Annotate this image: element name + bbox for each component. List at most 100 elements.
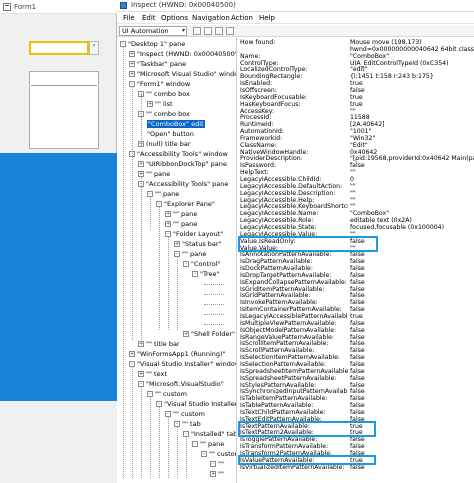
expand-icon[interactable]: + [138, 371, 144, 377]
chevron-down-icon: ˅ [92, 44, 96, 52]
tree-item[interactable]: + "" [210, 470, 224, 479]
combo-list[interactable] [29, 71, 99, 149]
tree-item[interactable]: + "" text [138, 370, 167, 379]
tree-item-label: "Microsoft.VisualStudio" [146, 380, 224, 388]
expand-icon[interactable]: + [129, 61, 135, 67]
collapse-icon[interactable]: - [192, 271, 198, 277]
tree-item-label: "Visual Studio Installer" window [137, 360, 237, 368]
collapse-icon[interactable]: - [210, 461, 216, 467]
show-highlight-icon[interactable] [215, 27, 223, 35]
navigate-parent-icon[interactable] [226, 27, 234, 35]
tree-item-label: "" custom [155, 390, 187, 398]
inspect-title-bar[interactable]: Inspect (HWND: 0x00040500) [117, 0, 474, 12]
element-tree[interactable]: - "Desktop 1" pane + "Inspect (HWND: 0x0004… [117, 38, 237, 483]
expand-icon[interactable]: + [138, 341, 144, 347]
tree-item[interactable]: - "" [210, 460, 224, 469]
tree-item-label: "Folder Layout" [173, 230, 224, 238]
tree-item[interactable]: - "Control" [183, 260, 220, 269]
tree-item[interactable]: - "Accessibility Tools" pane [138, 180, 228, 189]
tree-item-label: "Accessibility Tools" pane [146, 180, 229, 188]
tree-item[interactable]: "ComboBox" edit [147, 120, 205, 129]
expand-icon[interactable]: + [138, 161, 144, 167]
combo-box[interactable]: ˅ [29, 41, 99, 55]
tree-item[interactable]: - "Visual Studio Installer" window [129, 360, 237, 369]
tree-item[interactable]: -"" custom [165, 410, 205, 419]
tree-item[interactable]: + "WinFormsApp1 (Running)" [129, 350, 226, 359]
mode-select-value: UI Automation [122, 27, 169, 35]
tree-item[interactable]: + "UIRibbonDockTop" pane [138, 160, 227, 169]
expand-icon[interactable]: + [183, 331, 189, 337]
tree-item[interactable]: - "" tab [174, 420, 201, 429]
expand-icon[interactable]: + [129, 71, 135, 77]
tree-item[interactable]: - "" combo box [138, 90, 190, 99]
tree-item[interactable]: + "Inspect (HWND: 0x00040500" [129, 50, 236, 59]
expand-icon[interactable]: + [165, 221, 171, 227]
expand-icon[interactable]: + [129, 351, 135, 357]
tree-item[interactable]: + (null) title bar [138, 140, 191, 149]
menu-options[interactable]: Options [161, 14, 188, 22]
tree-connector [177, 256, 178, 330]
tree-item[interactable]: -"" custom [201, 450, 236, 459]
tree-item-label: "Desktop 1" pane [128, 40, 186, 48]
tree-item[interactable]: - "Installed" tab [183, 430, 236, 439]
property-value: false [350, 463, 365, 471]
tree-item[interactable]: + "Microsoft Visual Studio" window [129, 70, 237, 79]
tree-item-label: "Explorer Pane" [164, 200, 215, 208]
menu-bar: File Edit Options Navigation Action Help [117, 13, 474, 24]
collapse-icon[interactable]: - [183, 261, 189, 267]
tree-item[interactable]: + "" pane [165, 210, 197, 219]
tree-item[interactable]: - "Folder Layout" [165, 230, 223, 239]
collapse-icon[interactable]: - [201, 451, 207, 457]
tree-item[interactable]: + "Shell Folder" [183, 330, 235, 339]
tree-item[interactable]: - "Explorer Pane" [156, 200, 215, 209]
menu-file[interactable]: File [123, 14, 135, 22]
tree-item-label: "" combo box [146, 110, 190, 118]
properties-pane[interactable]: How found: Mouse move (198,173) hwnd=0x000… [238, 38, 474, 483]
tree-connector [159, 206, 160, 330]
tree-item[interactable]: - "Desktop 1" pane [120, 40, 185, 49]
expand-icon[interactable]: + [165, 211, 171, 217]
tree-item[interactable]: "Open" button [147, 130, 194, 139]
tree-item-label: "" [218, 460, 224, 468]
expand-icon[interactable]: + [129, 51, 135, 57]
tree-item[interactable]: -"" custom [147, 390, 187, 399]
watch-cursor-icon[interactable] [204, 27, 212, 35]
highlight-box [238, 420, 376, 438]
tree-item[interactable]: - "Visual Studio Installer" [156, 400, 236, 409]
tree-item[interactable]: + "" pane [165, 220, 197, 229]
tree-item-label: "Status bar" [182, 240, 222, 248]
tree-item-label: "Shell Folder" [191, 330, 235, 338]
form1-window: Form1 ˅ [0, 0, 117, 483]
tree-item[interactable]: - "Form1" window [129, 80, 190, 89]
tree-item[interactable]: - "Microsoft.VisualStudio" [138, 380, 224, 389]
tree-item[interactable]: + "Status bar" [174, 240, 222, 249]
list-item[interactable] [31, 85, 97, 89]
tree-item[interactable]: - "Tree" [192, 270, 220, 279]
tree-item[interactable]: - "" pane [147, 190, 179, 199]
tree-item-label: "Microsoft Visual Studio" window [137, 70, 237, 78]
combo-box-edit[interactable] [29, 41, 89, 55]
tree-item[interactable]: + "" pane [138, 170, 170, 179]
tree-item[interactable]: + "" list [147, 100, 173, 109]
menu-edit[interactable]: Edit [142, 14, 156, 22]
expand-icon[interactable]: + [174, 241, 180, 247]
tree-item[interactable]: - "Accessibility Tools" window [129, 150, 228, 159]
collapse-icon[interactable]: - [192, 441, 198, 447]
mode-select[interactable]: UI Automation ▾ [119, 26, 187, 36]
menu-action[interactable]: Action [231, 14, 253, 22]
menu-help[interactable]: Help [259, 14, 275, 22]
tree-item[interactable]: - "" combo box [138, 110, 190, 119]
toolbar: UI Automation ▾ [117, 25, 474, 37]
tree-item[interactable]: + "" title bar [138, 340, 180, 349]
expand-icon[interactable]: + [147, 101, 153, 107]
tree-item[interactable]: + "Taskbar" pane [129, 60, 186, 69]
menu-navigation[interactable]: Navigation [192, 14, 230, 22]
tree-item[interactable]: - "" pane [174, 250, 206, 259]
tree-item-label: "" pane [173, 210, 198, 218]
watch-focus-icon[interactable] [193, 27, 201, 35]
expand-icon[interactable]: + [210, 471, 216, 477]
property-row[interactable]: IsVirtualizedItemPatternAvailable: false [238, 464, 474, 472]
combo-open-button[interactable]: ˅ [89, 41, 99, 55]
form1-title-bar[interactable]: Form1 [0, 0, 117, 14]
tree-item[interactable]: - "" pane [192, 440, 224, 449]
